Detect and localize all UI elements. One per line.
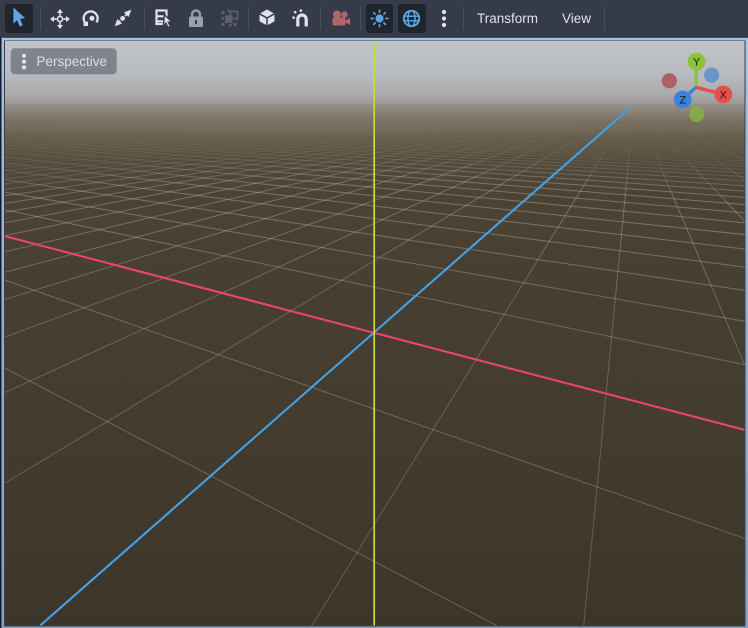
svg-text:Z: Z bbox=[679, 95, 686, 107]
svg-text:X: X bbox=[720, 89, 728, 101]
svg-text:Perspective: Perspective bbox=[37, 54, 108, 69]
svg-text:Y: Y bbox=[693, 57, 701, 69]
